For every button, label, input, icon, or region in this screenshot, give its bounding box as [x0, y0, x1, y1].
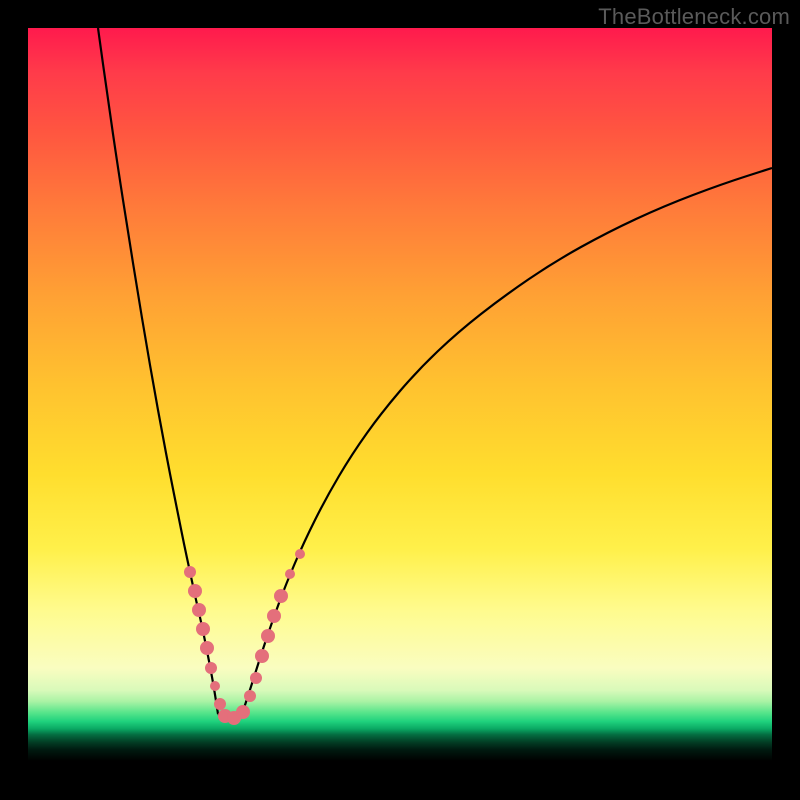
background-gradient — [28, 28, 772, 772]
watermark-text: TheBottleneck.com — [598, 4, 790, 30]
plot-area — [28, 28, 772, 772]
